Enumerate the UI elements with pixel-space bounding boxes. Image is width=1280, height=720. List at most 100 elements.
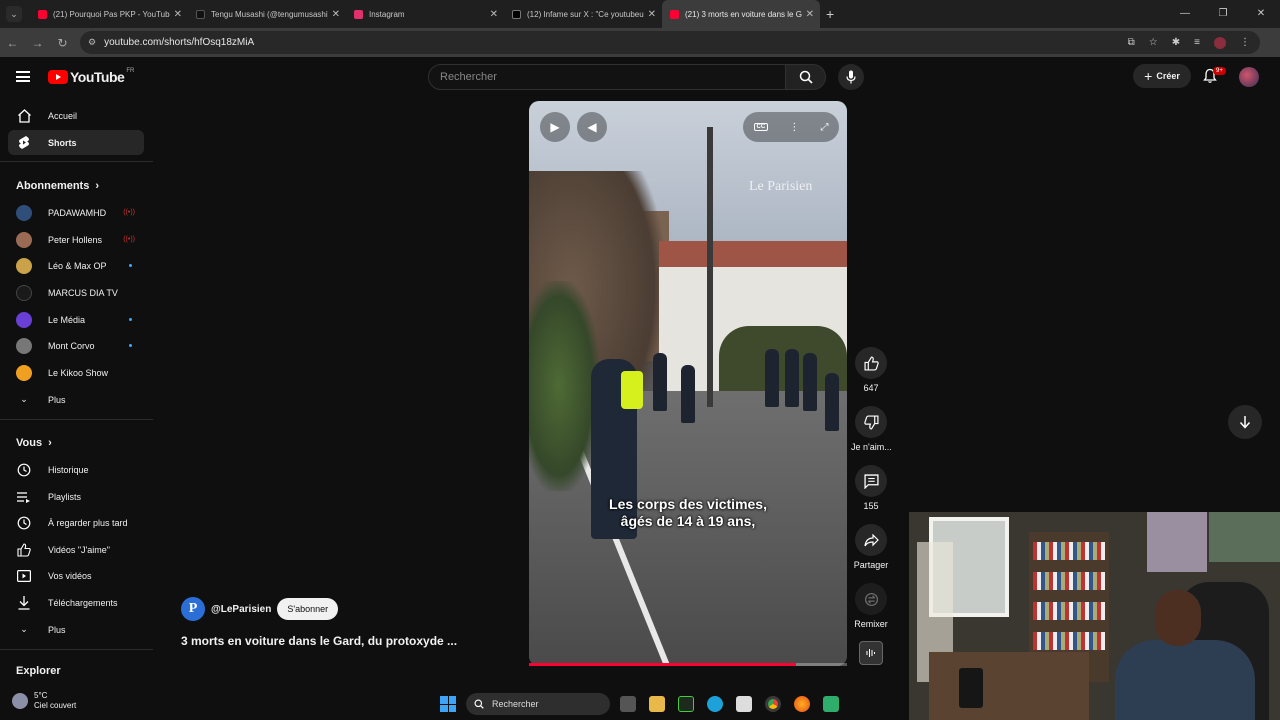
sidebar-item-label: Plus [48, 624, 66, 635]
sidebar-item-playlists[interactable]: Playlists [8, 484, 144, 509]
search-button[interactable] [786, 64, 826, 90]
voice-search-button[interactable] [838, 64, 864, 90]
tab-title: (21) 3 morts en voiture dans le Gard [685, 9, 802, 19]
windows-start-icon[interactable] [440, 696, 456, 712]
install-app-icon[interactable]: ⧉ [1128, 37, 1135, 48]
play-icon: ▶ [550, 120, 560, 134]
sidebar-item-subscription[interactable]: Mont Corvo [8, 333, 144, 358]
close-tab-icon[interactable]: ✕ [490, 9, 498, 20]
subscriptions-heading[interactable]: Abonnements › [16, 180, 99, 192]
extensions-icon[interactable]: ✱ [1172, 37, 1180, 48]
explore-heading: Explorer [16, 665, 61, 677]
firefox-icon[interactable] [794, 696, 810, 712]
account-avatar[interactable] [1239, 67, 1259, 87]
sidebar-item-label: Vos vidéos [48, 570, 92, 581]
edge-browser-icon[interactable] [707, 696, 723, 712]
sidebar-item-subscription[interactable]: Le Média [8, 307, 144, 332]
sidebar-item-history[interactable]: Historique [8, 457, 144, 482]
play-button[interactable]: ▶ [540, 112, 570, 142]
short-title[interactable]: 3 morts en voiture dans le Gard, du prot… [181, 634, 457, 648]
new-tab-icon[interactable]: + [826, 6, 834, 22]
channel-name: Peter Hollens [48, 234, 103, 245]
browser-menu-icon[interactable]: ⋮ [1240, 37, 1250, 48]
taskbar-search[interactable]: Rechercher [466, 693, 610, 715]
reading-list-icon[interactable]: ≡ [1194, 37, 1200, 48]
back-icon[interactable]: ← [0, 36, 25, 50]
browser-tab-active[interactable]: (21) 3 morts en voiture dans le Gard ✕ [662, 0, 820, 28]
webcam-shelf-items [1033, 572, 1105, 590]
sound-thumbnail[interactable] [859, 641, 883, 665]
sidebar-item-your-videos[interactable]: Vos vidéos [8, 563, 144, 588]
comments-button[interactable]: 155 [851, 465, 891, 511]
video-caption: Les corps des victimes, âgés de 14 à 19 … [529, 496, 847, 530]
create-button[interactable]: + Créer [1133, 64, 1191, 88]
thumbs-down-icon [863, 414, 879, 430]
subscribe-button[interactable]: S'abonner [277, 598, 339, 620]
channel-avatar [16, 284, 32, 301]
tab-search-button[interactable]: ⌄ [6, 6, 22, 22]
chevron-right-icon: › [95, 180, 100, 192]
app-icon[interactable] [823, 696, 839, 712]
forward-icon[interactable]: → [25, 36, 50, 50]
browser-tab[interactable]: (12) Infame sur X : "Ce youtubeur ✕ [504, 0, 662, 28]
youtube-logo[interactable]: YouTube FR [48, 68, 134, 85]
video-progress-bar[interactable] [529, 663, 847, 666]
sidebar-item-subscription[interactable]: MARCUS DIA TV [8, 280, 144, 305]
search-input[interactable]: Rechercher [428, 64, 786, 90]
close-window-icon[interactable]: ✕ [1242, 0, 1280, 28]
sidebar-item-more-you[interactable]: ⌄ Plus [8, 617, 144, 642]
browser-tab[interactable]: Instagram ✕ [346, 0, 504, 28]
new-content-dot [129, 264, 132, 267]
browser-tab[interactable]: Tengu Musashi (@tengumusashi) ✕ [188, 0, 346, 28]
close-tab-icon[interactable]: ✕ [806, 9, 814, 20]
task-view-icon[interactable] [620, 696, 636, 712]
browser-tab-bar: ⌄ (21) Pourquoi Pas PKP - YouTube ✕ Teng… [0, 0, 1280, 28]
sidebar-item-subscription[interactable]: PADAWAMHD ((•)) [8, 200, 144, 225]
menu-icon[interactable] [16, 71, 30, 82]
video-person [653, 353, 667, 411]
volume-button[interactable]: ◀ [577, 112, 607, 142]
captions-icon[interactable]: CC [753, 123, 769, 131]
sidebar-item-subscription[interactable]: Le Kikoo Show [8, 360, 144, 385]
sidebar-item-watch-later[interactable]: À regarder plus tard [8, 510, 144, 535]
bookmark-star-icon[interactable]: ☆ [1149, 37, 1158, 48]
next-short-button[interactable] [1228, 405, 1262, 439]
site-info-icon[interactable]: ⚙ [88, 37, 96, 48]
chrome-browser-icon[interactable] [765, 696, 781, 712]
video-person [785, 349, 799, 407]
sidebar-item-subscription[interactable]: Peter Hollens ((•)) [8, 227, 144, 252]
channel-avatar[interactable]: P [181, 597, 205, 621]
store-icon[interactable] [736, 696, 752, 712]
channel-name: Léo & Max OP [48, 260, 107, 271]
tab-title: Tengu Musashi (@tengumusashi) [211, 9, 328, 19]
file-explorer-icon[interactable] [649, 696, 665, 712]
close-tab-icon[interactable]: ✕ [648, 9, 656, 20]
short-video-player[interactable]: Le Parisien Les corps des victimes, âgés… [529, 101, 847, 666]
audio-waveform-icon [866, 649, 875, 657]
sidebar-item-subscription[interactable]: Léo & Max OP [8, 253, 144, 278]
nvidia-icon[interactable] [678, 696, 694, 712]
comment-count: 155 [863, 501, 879, 511]
close-tab-icon[interactable]: ✕ [174, 9, 182, 20]
sidebar-item-shorts[interactable]: Shorts [8, 130, 144, 155]
more-options-icon[interactable]: ⋮ [789, 122, 799, 133]
remix-button[interactable]: Remixer [851, 583, 891, 629]
profile-avatar[interactable] [1214, 36, 1226, 49]
sidebar-item-home[interactable]: Accueil [8, 103, 144, 128]
sidebar-item-liked-videos[interactable]: Vidéos "J'aime" [8, 537, 144, 562]
channel-handle[interactable]: @LeParisien [211, 604, 271, 615]
close-tab-icon[interactable]: ✕ [332, 9, 340, 20]
like-button[interactable]: 647 [851, 347, 891, 393]
sidebar-item-more-subscriptions[interactable]: ⌄ Plus [8, 387, 144, 412]
share-button[interactable]: Partager [851, 524, 891, 570]
browser-tab[interactable]: (21) Pourquoi Pas PKP - YouTube ✕ [30, 0, 188, 28]
sidebar-item-downloads[interactable]: Téléchargements [8, 590, 144, 615]
dislike-button[interactable]: Je n'aim... [851, 406, 892, 452]
you-heading[interactable]: Vous › [16, 437, 52, 449]
minimize-icon[interactable]: — [1166, 0, 1204, 28]
reload-icon[interactable]: ↻ [50, 36, 75, 50]
fullscreen-icon[interactable]: ⤢ [820, 122, 828, 133]
comment-icon [863, 473, 879, 489]
url-field[interactable]: ⚙ youtube.com/shorts/hfOsq18zMiA ⧉ ☆ ✱ ≡… [80, 31, 1260, 54]
maximize-icon[interactable]: ❐ [1204, 0, 1242, 28]
